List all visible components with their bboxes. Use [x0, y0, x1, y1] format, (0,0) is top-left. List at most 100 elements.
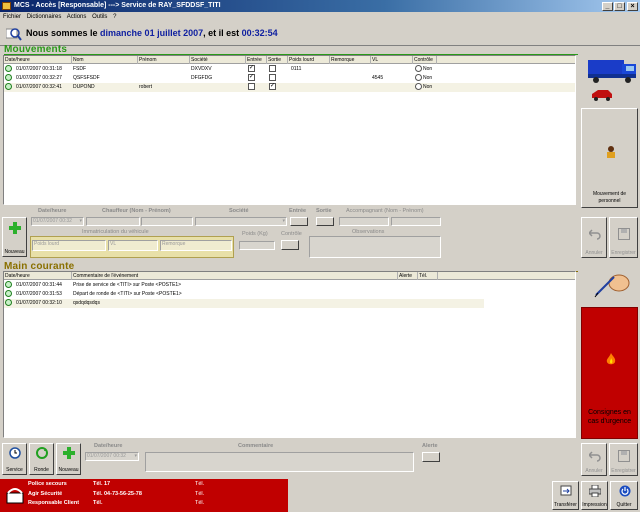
col-vl[interactable]: VL: [371, 56, 413, 64]
quitter-label: Quitter: [616, 502, 632, 508]
mc-col-alerte[interactable]: Alerte: [398, 272, 418, 280]
vehicles-image: [580, 52, 638, 107]
main-courante-row[interactable]: 01/07/2007 00:32:10 qsdqdqsdqs: [4, 299, 484, 308]
controle-radio[interactable]: [415, 83, 422, 90]
col-sortie[interactable]: Sortie: [267, 56, 288, 64]
magnifier-icon: [6, 28, 22, 41]
undo-icon: [589, 451, 601, 462]
service-label: Service: [6, 467, 23, 473]
quitter-button[interactable]: Quitter: [610, 481, 638, 510]
impression-button[interactable]: Impression: [581, 481, 608, 510]
nouveau-label: Nouveau: [4, 249, 25, 255]
cell-date: 01/07/2007 00:31:18: [16, 66, 62, 72]
poids-kg-field[interactable]: [239, 241, 275, 250]
col-nom[interactable]: Nom: [72, 56, 138, 64]
date-prefix: Nous sommes le: [26, 28, 98, 38]
entree-button[interactable]: [290, 217, 308, 226]
transferer-button[interactable]: Transférer: [552, 481, 579, 510]
controle-button[interactable]: [281, 240, 299, 250]
mouvements-header: Date/heure Nom Prénom Société Entrée Sor…: [4, 56, 575, 64]
current-date: dimanche 01 juillet 2007: [100, 28, 204, 38]
col-date[interactable]: Date/heure: [4, 56, 72, 64]
controle-radio[interactable]: [415, 65, 422, 72]
save-icon: [618, 450, 630, 462]
cell-controle: Non: [423, 84, 433, 90]
col-societe[interactable]: Société: [190, 56, 246, 64]
col-remorque[interactable]: Remorque: [330, 56, 371, 64]
observations-field[interactable]: [309, 236, 441, 258]
ronde-button[interactable]: Ronde: [29, 443, 54, 475]
fire-icon: [606, 353, 616, 365]
power-icon: [619, 485, 631, 497]
mc-col-date[interactable]: Date/heure: [4, 272, 72, 280]
accompagnant-nom-field[interactable]: [339, 217, 389, 226]
mouvement-row[interactable]: 01/07/2007 00:32:27 QSFSFSDF DFGFDG 4545 Non…: [4, 74, 575, 83]
sortie-checkbox[interactable]: [269, 65, 276, 72]
col-poids-lourd[interactable]: Poids lourd: [288, 56, 330, 64]
nouveau-evenement-label: Nouveau: [58, 467, 79, 473]
enregistrer-mouvement-button[interactable]: Enregistrer: [609, 217, 638, 258]
impression-label: Impression: [582, 502, 607, 508]
mouvement-row[interactable]: 01/07/2007 00:31:18 FSDF DXVDXV 0111 Non ✓: [4, 65, 575, 74]
divider: [0, 45, 640, 46]
cell-vl: 4545: [372, 75, 384, 81]
annuler-mouvement-button[interactable]: Annuler: [581, 217, 607, 258]
menu-bar: Fichier Dictionnaires Actions Outils ?: [0, 12, 640, 23]
entree-checkbox[interactable]: ✓: [248, 74, 255, 81]
poids-lourd-field[interactable]: Poids lourd: [32, 240, 106, 251]
minimize-button[interactable]: _: [602, 2, 613, 11]
menu-outils[interactable]: Outils: [92, 14, 107, 20]
remorque-field[interactable]: Remorque: [160, 240, 232, 251]
nouveau-evenement-button[interactable]: Nouveau: [56, 443, 81, 475]
col-prenom[interactable]: Prénom: [138, 56, 190, 64]
alerte-button[interactable]: [422, 452, 440, 462]
clock-icon: [9, 447, 21, 459]
responsable-client-tel: Tél.: [93, 500, 103, 506]
menu-dictionnaires[interactable]: Dictionnaires: [27, 14, 62, 20]
enregistrer-evenement-button[interactable]: Enregistrer: [609, 443, 638, 476]
col-entree[interactable]: Entrée: [246, 56, 267, 64]
commentaire-field[interactable]: [145, 452, 414, 472]
main-courante-row[interactable]: 01/07/2007 00:31:44 Prise de service de <…: [4, 281, 575, 290]
annuler-evenement-button[interactable]: Annuler: [581, 443, 607, 476]
mouvements-table[interactable]: Date/heure Nom Prénom Société Entrée Sor…: [3, 55, 576, 205]
label-entree: Entrée: [289, 208, 307, 214]
entree-checkbox[interactable]: [248, 83, 255, 90]
mouvement-personnel-button[interactable]: Mouvement de personnel: [581, 108, 638, 208]
close-button[interactable]: ×: [627, 2, 638, 11]
col-controle[interactable]: Contrôle: [413, 56, 437, 64]
mouvement-row[interactable]: 01/07/2007 00:32:41 DUPOND robert Non ✓: [4, 83, 575, 92]
person-icon: [607, 146, 615, 158]
entree-checkbox[interactable]: ✓: [248, 65, 255, 72]
menu-fichier[interactable]: Fichier: [3, 14, 21, 20]
mc-col-commentaire[interactable]: Commentaire de l'événement: [72, 272, 398, 280]
date-field[interactable]: 01/07/2007 00:32 ▾: [31, 217, 84, 226]
sortie-checkbox[interactable]: ✓: [269, 83, 276, 90]
main-courante-row[interactable]: 01/07/2007 00:31:53 Départ de ronde de <T…: [4, 290, 575, 299]
menu-actions[interactable]: Actions: [67, 14, 87, 20]
label-poids-kg: Poids (Kg): [242, 231, 268, 237]
cell-poids: 0111: [291, 66, 302, 72]
controle-radio[interactable]: [415, 74, 422, 81]
cell-commentaire: Prise de service de <TITI> sur Poste <PO…: [73, 282, 182, 288]
sortie-button[interactable]: [316, 217, 334, 226]
main-courante-table[interactable]: Date/heure Commentaire de l'événement Al…: [3, 271, 576, 438]
mc-col-tel[interactable]: Tél.: [418, 272, 438, 280]
consignes-urgence-button[interactable]: Consignes en cas d'urgence: [581, 307, 638, 439]
societe-select[interactable]: ▾: [195, 217, 287, 226]
maximize-button[interactable]: □: [614, 2, 625, 11]
service-button[interactable]: Service: [2, 443, 27, 475]
label-alerte: Alerte: [422, 443, 438, 449]
vl-placeholder: VL: [110, 241, 117, 247]
cell-controle: Non: [423, 66, 433, 72]
mc-date-field[interactable]: 01/07/2007 00:32 ▾: [85, 452, 139, 461]
nouveau-mouvement-button[interactable]: Nouveau: [2, 217, 27, 257]
vl-field[interactable]: VL: [108, 240, 158, 251]
agir-securite-tel2: Tél.: [195, 491, 205, 497]
menu-help[interactable]: ?: [113, 14, 116, 20]
sortie-checkbox[interactable]: [269, 74, 276, 81]
chauffeur-nom-field[interactable]: [86, 217, 140, 226]
chauffeur-prenom-field[interactable]: [141, 217, 193, 226]
accompagnant-prenom-field[interactable]: [391, 217, 441, 226]
save-icon: [618, 228, 630, 240]
